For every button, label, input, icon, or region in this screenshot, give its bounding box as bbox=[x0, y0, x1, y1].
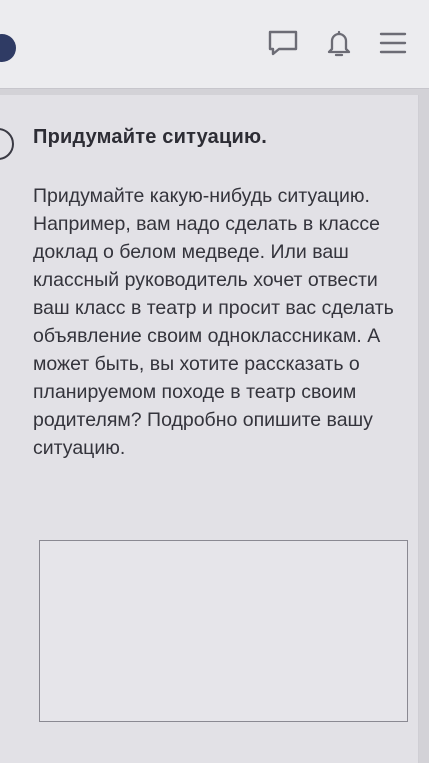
task-description: Придумайте какую-нибудь ситуацию. Наприм… bbox=[33, 185, 394, 459]
chat-icon[interactable] bbox=[266, 26, 300, 60]
menu-icon[interactable] bbox=[376, 26, 410, 60]
top-bar bbox=[0, 0, 429, 89]
answer-input[interactable] bbox=[39, 540, 408, 722]
bell-icon[interactable] bbox=[322, 26, 356, 60]
logo-icon[interactable] bbox=[0, 34, 16, 62]
task-title: Придумайте ситуацию. bbox=[33, 126, 268, 148]
